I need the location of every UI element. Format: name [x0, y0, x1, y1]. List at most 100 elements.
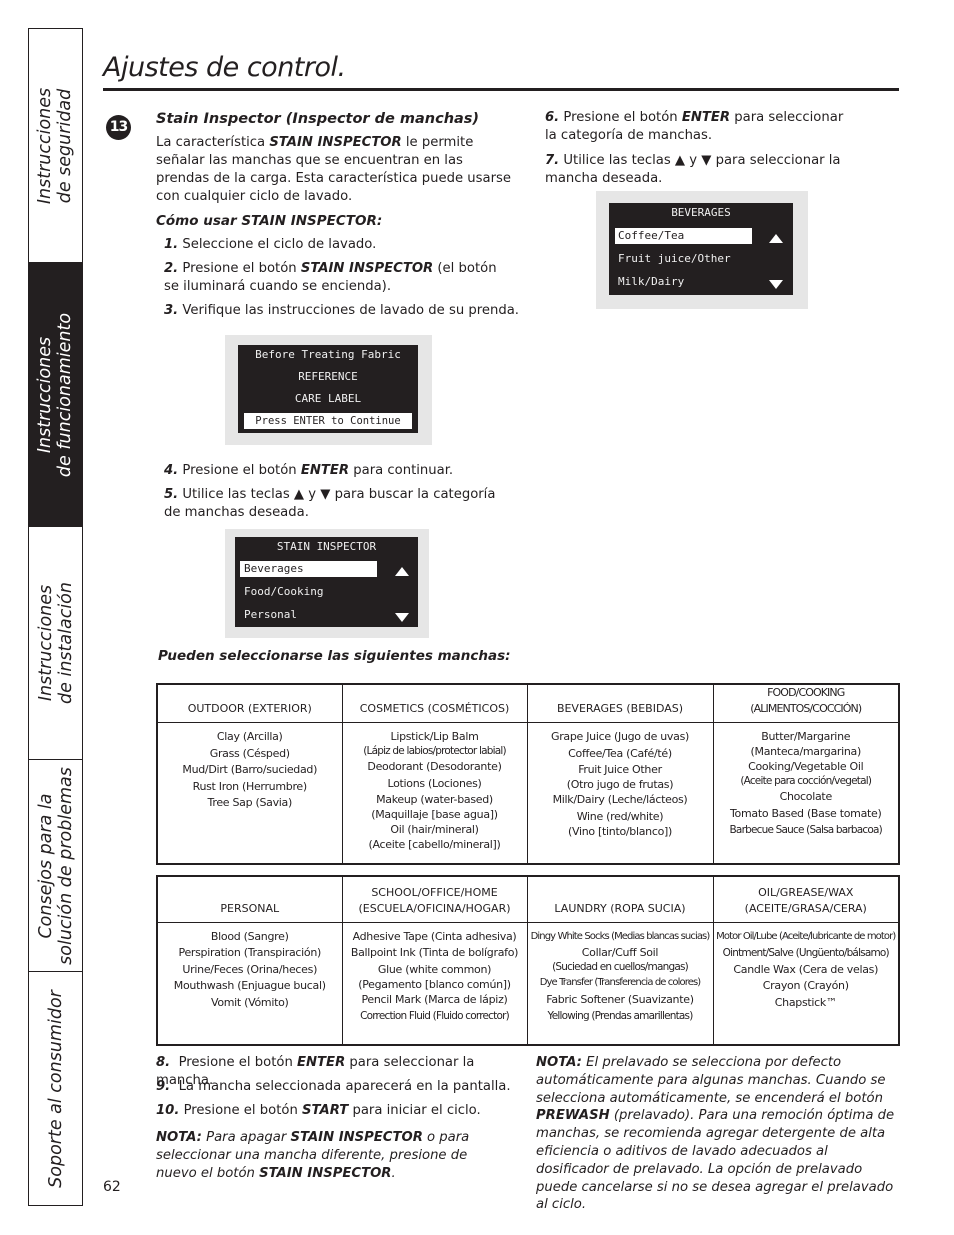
how-to-heading: Cómo usar STAIN INSPECTOR: — [156, 213, 383, 229]
stain-item: Grass (Césped) — [209, 746, 290, 760]
tab-instrucciones-de-seguridad[interactable]: Instrucciones de seguridad — [29, 29, 82, 263]
step-text: Verifique las instrucciones de lavado de… — [182, 303, 519, 318]
stains-cell-personal: Blood (Sangre) Perspiration (Transpiraci… — [156, 922, 342, 1045]
stain-item: Ballpoint Ink (Tinta de bolígrafo) — [350, 946, 519, 959]
stain-item: Vomit (Vómito) — [210, 995, 289, 1009]
stain-item: Dye Transfer (Transferencia de colores) — [539, 977, 701, 988]
header-text: (ESCUELA/OFICINA/HOGAR) — [358, 901, 511, 915]
stains-heading: Pueden seleccionarse las siguientes manc… — [158, 648, 511, 664]
tab-label: de instalación — [55, 582, 76, 704]
step-bold: STAIN INSPECTOR — [300, 261, 434, 276]
step-num: 1. — [164, 237, 179, 252]
step-bold: START — [302, 1103, 349, 1118]
display-line-highlighted: Press ENTER to Continue — [244, 413, 412, 429]
tab-label: Consejos para la — [35, 792, 56, 939]
stain-item-translation: (Vino [tinto/blanco]) — [567, 824, 673, 838]
down-triangle-icon[interactable] — [395, 613, 409, 622]
step-bold: ENTER — [681, 110, 731, 125]
display-item[interactable]: Fruit juice/Other — [618, 251, 793, 267]
page-title: Ajustes de control. — [103, 52, 346, 83]
display-title: BEVERAGES — [671, 206, 731, 219]
table-header-row: PERSONAL SCHOOL/OFFICE/HOME (ESCUELA/OFIC… — [156, 876, 899, 923]
header-text: PERSONAL — [220, 901, 280, 915]
stain-item: Crayon (Crayón) — [762, 979, 849, 992]
step-6: 6. Presione el botón ENTER para seleccio… — [545, 109, 855, 145]
column-header-personal: PERSONAL — [156, 876, 342, 923]
step-text: para iniciar el ciclo. — [348, 1103, 481, 1118]
display-line: REFERENCE — [298, 370, 358, 383]
column-header-school-office-home: SCHOOL/OFFICE/HOME (ESCUELA/OFICINA/HOGAR… — [341, 876, 527, 923]
note-label: NOTA: — [536, 1055, 582, 1070]
stain-item: Milk/Dairy (Leche/lácteos) — [552, 793, 688, 806]
step-num: 5. — [164, 487, 179, 502]
tab-label: de funcionamiento — [55, 312, 76, 477]
header-text: (ACEITE/GRASA/CERA) — [744, 901, 867, 915]
section-tabs: Instrucciones de seguridad Instrucciones d… — [28, 28, 83, 1206]
display-item[interactable]: Milk/Dairy — [618, 274, 793, 290]
stains-cell-outdoor: Clay (Arcilla) Grass (Césped) Mud/Dirt (… — [156, 722, 342, 864]
stain-item: Coffee/Tea (Café/té) — [568, 746, 672, 760]
stain-item: Deodorant (Desodorante) — [367, 760, 502, 773]
down-triangle-icon[interactable] — [769, 280, 783, 289]
step-4: 4. Presione el botón ENTER para continua… — [164, 462, 524, 480]
stain-item: Tomato Based (Base tomate) — [730, 806, 882, 820]
care-label-display-frame: Before Treating Fabric REFERENCE CARE LA… — [225, 335, 432, 445]
stains-cell-cosmetics: Lipstick/Lip Balm (Lápiz de labios/prote… — [341, 722, 527, 864]
step-text: para continuar. — [349, 463, 454, 478]
table-row: Clay (Arcilla) Grass (Césped) Mud/Dirt (… — [156, 722, 899, 864]
tab-label: Instrucciones — [35, 336, 56, 453]
stains-table-1: OUTDOOR (EXTERIOR) COSMETICS (COSMÉTICOS… — [156, 683, 900, 865]
tab-label: solución de problemas — [55, 766, 76, 965]
beverages-display-frame: BEVERAGES Coffee/Tea Fruit juice/Other M… — [596, 191, 808, 309]
display-item-selected[interactable]: Coffee/Tea — [615, 228, 752, 244]
stain-item: Fruit Juice Other — [578, 763, 662, 776]
stain-item: Tree Sap (Savia) — [207, 796, 293, 809]
display-item[interactable]: Personal — [244, 607, 418, 623]
step-bold: ENTER — [300, 463, 350, 478]
tab-instrucciones-de-funcionamiento[interactable]: Instrucciones de funcionamiento — [29, 263, 82, 527]
table-row: Blood (Sangre) Perspiration (Transpiraci… — [156, 922, 899, 1045]
step-text: Seleccione el ciclo de lavado. — [182, 237, 377, 252]
header-text: LAUNDRY (ROPA SUCIA) — [554, 901, 686, 915]
tab-soporte-al-consumidor[interactable]: Soporte al consumidor — [29, 972, 82, 1205]
display-item[interactable]: Food/Cooking — [244, 584, 418, 600]
column-header-cosmetics: COSMETICS (COSMÉTICOS) — [341, 684, 527, 723]
step-bold: ENTER — [297, 1055, 346, 1070]
stain-inspector-display: STAIN INSPECTOR Beverages Food/Cooking P… — [235, 537, 418, 627]
care-label-display: Before Treating Fabric REFERENCE CARE LA… — [238, 345, 418, 433]
stains-cell-laundry: Dingy White Socks (Medias blancas sucias… — [526, 922, 713, 1045]
step-text: Presione el botón — [183, 1103, 303, 1118]
stain-item: Butter/Margarine — [761, 730, 851, 743]
step-num: 2. — [164, 261, 179, 276]
up-triangle-icon[interactable] — [769, 234, 783, 243]
up-triangle-icon[interactable] — [395, 567, 409, 576]
section-heading: Stain Inspector (Inspector de manchas) — [156, 111, 480, 127]
step-2: 2. Presione el botón STAIN INSPECTOR (el… — [164, 260, 509, 296]
stain-item-translation: (Maquillaje [base agua]) — [371, 808, 498, 821]
title-divider — [103, 88, 899, 91]
header-text: SCHOOL/OFFICE/HOME — [371, 885, 498, 899]
stain-item: Mouthwash (Enjuague bucal) — [173, 979, 326, 992]
step-number-badge: 13 — [106, 115, 131, 140]
stain-item-translation: (Otro jugo de frutas) — [566, 778, 674, 791]
column-header-laundry: LAUNDRY (ROPA SUCIA) — [526, 876, 713, 923]
stains-cell-food-cooking: Butter/Margarine (Manteca/margarina) Coo… — [712, 722, 899, 864]
stains-cell-oil-grease-wax: Motor Oil/Lube (Aceite/lubricante de mot… — [712, 922, 899, 1045]
stain-item: Rust Iron (Herrumbre) — [192, 779, 308, 793]
column-header-food-cooking: FOOD/COOKING (ALIMENTOS/COCCIÓN) — [712, 684, 899, 723]
step-text: Utilice las teclas ▲ y ▼ para selecciona… — [545, 153, 841, 186]
tab-instrucciones-de-instalacion[interactable]: Instrucciones de instalación — [29, 527, 82, 760]
stain-item: Ointment/Salve (Ungüento/bálsamo) — [722, 947, 890, 959]
note-bold: STAIN INSPECTOR — [290, 1130, 423, 1145]
display-item-selected[interactable]: Beverages — [240, 561, 377, 577]
tab-consejos-solucion-de-problemas[interactable]: Consejos para la solución de problemas — [29, 760, 82, 972]
display-line: CARE LABEL — [294, 392, 362, 405]
step-text: Presione el botón — [182, 463, 301, 478]
stain-item: Adhesive Tape (Cinta adhesiva) — [352, 929, 517, 943]
tab-label: de seguridad — [55, 88, 76, 203]
tab-label: Instrucciones — [35, 584, 56, 702]
stains-table-2: PERSONAL SCHOOL/OFFICE/HOME (ESCUELA/OFIC… — [156, 875, 900, 1046]
step-1: 1. Seleccione el ciclo de lavado. — [164, 236, 524, 254]
stain-item: Yellowing (Prendas amarillentas) — [547, 1010, 693, 1022]
step-3: 3. Verifique las instrucciones de lavado… — [164, 302, 524, 320]
